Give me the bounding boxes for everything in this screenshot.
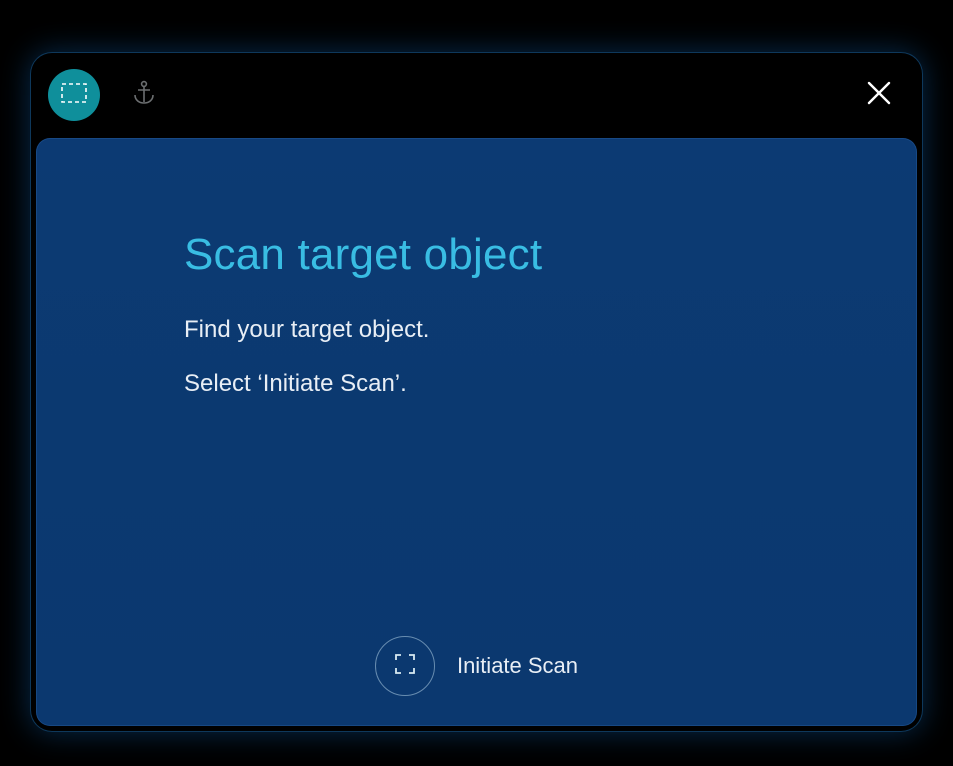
anchor-icon (132, 80, 156, 111)
panel-title: Scan target object (184, 230, 917, 280)
scan-mode-button[interactable] (48, 69, 100, 121)
initiate-scan-label: Initiate Scan (457, 653, 578, 679)
instruction-line-2: Select ‘Initiate Scan’. (184, 370, 917, 398)
main-panel: Scan target object Find your target obje… (36, 138, 917, 726)
title-bar (30, 52, 923, 138)
title-bar-left (48, 69, 156, 121)
scan-icon-circle (375, 636, 435, 696)
footer-area: Initiate Scan (36, 636, 917, 696)
anchor-mode-button[interactable] (132, 80, 156, 111)
instruction-line-1: Find your target object. (184, 316, 917, 344)
close-icon (865, 79, 893, 112)
corners-icon (392, 651, 418, 682)
content-area: Scan target object Find your target obje… (36, 138, 917, 424)
marquee-icon (60, 82, 88, 109)
close-button[interactable] (859, 75, 899, 115)
initiate-scan-button[interactable]: Initiate Scan (375, 636, 578, 696)
dialog-window: Scan target object Find your target obje… (30, 52, 923, 732)
